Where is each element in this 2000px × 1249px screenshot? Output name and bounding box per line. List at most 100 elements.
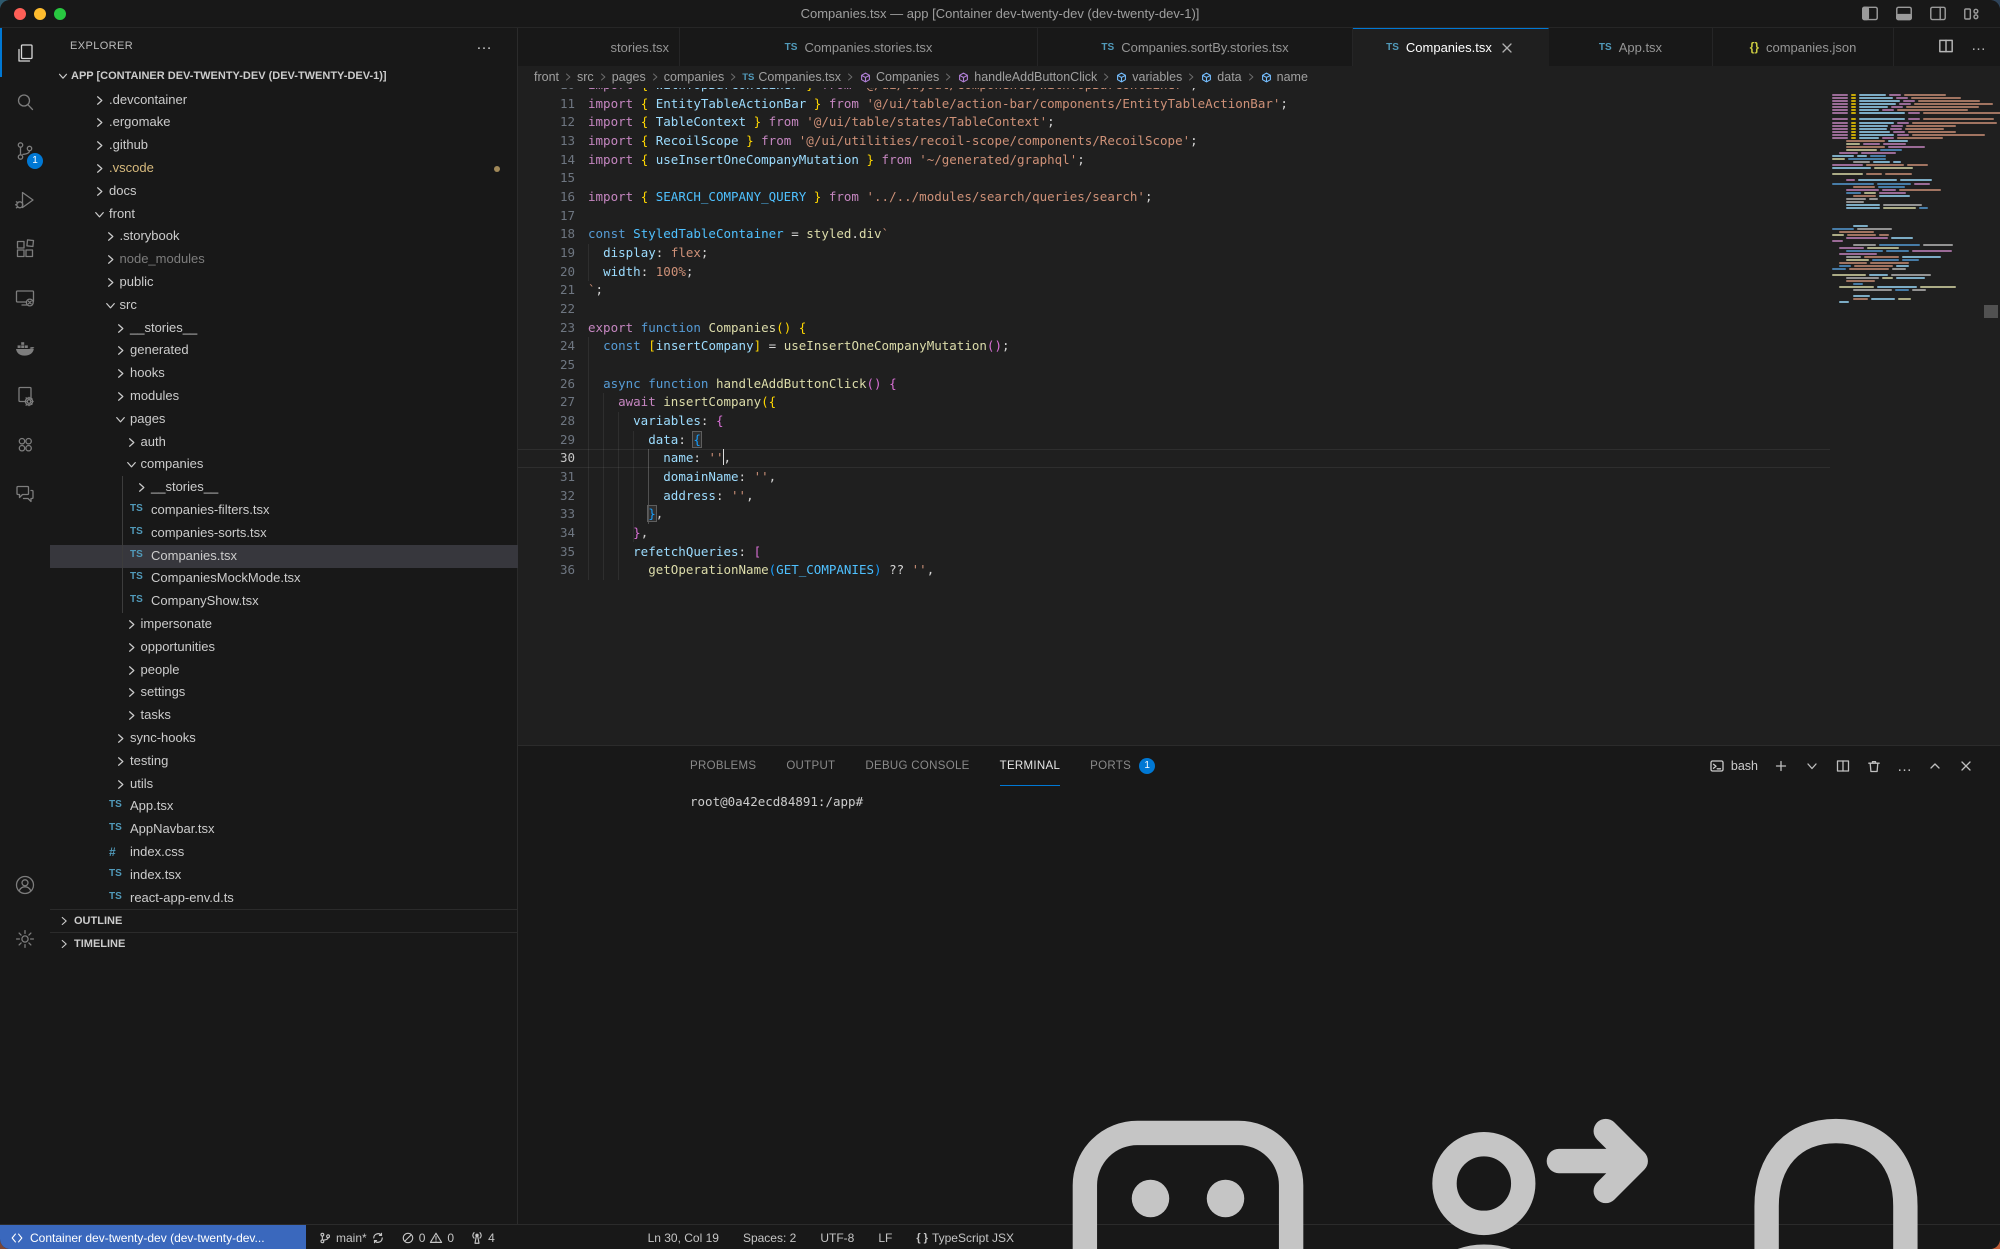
breadcrumb-item-name[interactable]: name — [1260, 70, 1308, 84]
breadcrumb-item-pages[interactable]: pages — [612, 70, 646, 84]
breadcrumb-item-companies-tsx[interactable]: TSCompanies.tsx — [742, 70, 841, 84]
code-editor[interactable]: 10import { WithTopBarContainer } from '@… — [518, 88, 2000, 745]
activity-item-search[interactable] — [0, 77, 50, 126]
split-editor-icon[interactable] — [1937, 37, 1955, 55]
activity-item-figma[interactable] — [0, 420, 50, 469]
close-panel-button[interactable] — [1958, 758, 1974, 774]
tree-file-app-tsx[interactable]: TSApp.tsx — [50, 795, 518, 818]
tree-file-appnavbar-tsx[interactable]: TSAppNavbar.tsx — [50, 818, 518, 841]
tree-folder--ergomake[interactable]: .ergomake — [50, 111, 518, 134]
scrollbar-thumb[interactable] — [1984, 305, 1998, 318]
tree-folder--github[interactable]: .github — [50, 134, 518, 157]
tree-folder-impersonate[interactable]: impersonate — [50, 613, 518, 636]
minimap[interactable] — [1828, 88, 1982, 745]
encoding[interactable]: UTF-8 — [820, 1231, 854, 1245]
terminal-prompt[interactable]: root@0a42ecd84891:/app# — [690, 794, 863, 809]
language-mode[interactable]: { }TypeScript JSX — [916, 1231, 1014, 1245]
tree-file-companyshow-tsx[interactable]: TSCompanyShow.tsx — [50, 590, 518, 613]
activity-item-docker[interactable] — [0, 322, 50, 371]
workspace-section-header[interactable]: APP [CONTAINER DEV-TWENTY-DEV (DEV-TWENT… — [50, 66, 517, 88]
maximize-panel-button[interactable] — [1927, 758, 1943, 774]
breadcrumb-item-companies[interactable]: Companies — [859, 70, 939, 84]
terminal-dropdown-button[interactable] — [1804, 758, 1820, 774]
toggle-secondary-sidebar-button[interactable] — [1928, 4, 1948, 24]
tree-folder-utils[interactable]: utils — [50, 773, 518, 796]
kill-terminal-button[interactable] — [1866, 758, 1882, 774]
activity-item-extensions[interactable] — [0, 224, 50, 273]
tree-folder-modules[interactable]: modules — [50, 385, 518, 408]
remote-indicator[interactable]: Container dev-twenty-dev (dev-twenty-dev… — [0, 1225, 306, 1249]
activity-item-dev-containers[interactable] — [0, 371, 50, 420]
tree-file-companies-filters-tsx[interactable]: TScompanies-filters.tsx — [50, 499, 518, 522]
tree-folder-people[interactable]: people — [50, 659, 518, 682]
breadcrumb-item-variables[interactable]: variables — [1115, 70, 1182, 84]
tree-folder-docs[interactable]: docs — [50, 180, 518, 203]
tree-file-index-css[interactable]: #index.css — [50, 841, 518, 864]
customize-layout-button[interactable] — [1962, 4, 1982, 24]
tree-folder-auth[interactable]: auth — [50, 431, 518, 454]
tree-folder-front[interactable]: front — [50, 203, 518, 226]
tree-folder--storybook[interactable]: .storybook — [50, 225, 518, 248]
toggle-panel-button[interactable] — [1894, 4, 1914, 24]
tree-folder--stories-[interactable]: __stories__ — [50, 476, 518, 499]
breadcrumb[interactable]: frontsrcpagescompaniesTSCompanies.tsxCom… — [518, 66, 2000, 88]
tree-folder-companies[interactable]: companies — [50, 453, 518, 476]
toggle-sidebar-button[interactable] — [1860, 4, 1880, 24]
tree-folder-sync-hooks[interactable]: sync-hooks — [50, 727, 518, 750]
new-terminal-button[interactable] — [1773, 758, 1789, 774]
profile-icon[interactable] — [1038, 1086, 1338, 1249]
panel-tab-problems[interactable]: PROBLEMS — [690, 746, 756, 786]
tree-file-react-app-env-d-ts[interactable]: TSreact-app-env.d.ts — [50, 887, 518, 910]
close-icon[interactable] — [1499, 40, 1515, 56]
activity-item-source-control[interactable]: 1 — [0, 126, 50, 175]
tab-companies-stories-tsx[interactable]: TSCompanies.stories.tsx — [680, 28, 1038, 66]
tab-app-tsx[interactable]: TSApp.tsx — [1549, 28, 1713, 66]
feedback-icon[interactable] — [1362, 1086, 1662, 1249]
sidebar-section-outline[interactable]: OUTLINE — [50, 909, 517, 932]
activity-item-settings[interactable] — [0, 914, 50, 963]
tree-folder-public[interactable]: public — [50, 271, 518, 294]
ports-status[interactable]: 4 — [470, 1231, 495, 1245]
tree-file-companies-tsx[interactable]: TSCompanies.tsx — [50, 545, 518, 568]
tree-folder-tasks[interactable]: tasks — [50, 704, 518, 727]
indentation[interactable]: Spaces: 2 — [743, 1231, 796, 1245]
tab-stories-tsx[interactable]: stories.tsx — [518, 28, 680, 66]
tree-file-companies-sorts-tsx[interactable]: TScompanies-sorts.tsx — [50, 522, 518, 545]
panel-tab-terminal[interactable]: TERMINAL — [1000, 746, 1061, 786]
panel-tab-ports[interactable]: PORTS1 — [1090, 746, 1155, 786]
tab-companies-json[interactable]: {}companies.json — [1713, 28, 1894, 66]
tree-folder-hooks[interactable]: hooks — [50, 362, 518, 385]
more-actions-icon[interactable]: … — [476, 36, 492, 54]
tree-folder-node-modules[interactable]: node_modules — [50, 248, 518, 271]
shell-selector[interactable]: bash — [1709, 758, 1758, 774]
tree-folder-settings[interactable]: settings — [50, 681, 518, 704]
tree-folder--vscode[interactable]: .vscode — [50, 157, 518, 180]
cursor-position[interactable]: Ln 30, Col 19 — [648, 1231, 719, 1245]
tab-companies-tsx[interactable]: TSCompanies.tsx — [1353, 28, 1549, 66]
notifications-icon[interactable] — [1686, 1086, 1986, 1249]
tree-folder-generated[interactable]: generated — [50, 339, 518, 362]
panel-tab-output[interactable]: OUTPUT — [786, 746, 835, 786]
problems-status[interactable]: 00 — [401, 1231, 454, 1245]
tree-folder-pages[interactable]: pages — [50, 408, 518, 431]
breadcrumb-item-src[interactable]: src — [577, 70, 594, 84]
tree-file-index-tsx[interactable]: TSindex.tsx — [50, 864, 518, 887]
tree-folder--stories-[interactable]: __stories__ — [50, 317, 518, 340]
more-actions-icon[interactable]: … — [1897, 758, 1912, 775]
panel-tab-debug-console[interactable]: DEBUG CONSOLE — [865, 746, 969, 786]
tree-file-companiesmockmode-tsx[interactable]: TSCompaniesMockMode.tsx — [50, 567, 518, 590]
more-actions-icon[interactable]: … — [1971, 37, 1986, 55]
tree-folder-src[interactable]: src — [50, 294, 518, 317]
breadcrumb-item-data[interactable]: data — [1200, 70, 1241, 84]
breadcrumb-item-front[interactable]: front — [534, 70, 559, 84]
activity-item-explorer[interactable] — [0, 28, 50, 77]
sidebar-section-timeline[interactable]: TIMELINE — [50, 932, 517, 955]
split-terminal-button[interactable] — [1835, 758, 1851, 774]
activity-item-run-debug[interactable] — [0, 175, 50, 224]
branch-status[interactable]: main* — [318, 1231, 385, 1245]
activity-item-comments[interactable] — [0, 469, 50, 518]
tree-folder-testing[interactable]: testing — [50, 750, 518, 773]
breadcrumb-item-handleaddbuttonclick[interactable]: handleAddButtonClick — [957, 70, 1097, 84]
activity-item-accounts[interactable] — [0, 860, 50, 909]
tree-folder--devcontainer[interactable]: .devcontainer — [50, 89, 518, 112]
